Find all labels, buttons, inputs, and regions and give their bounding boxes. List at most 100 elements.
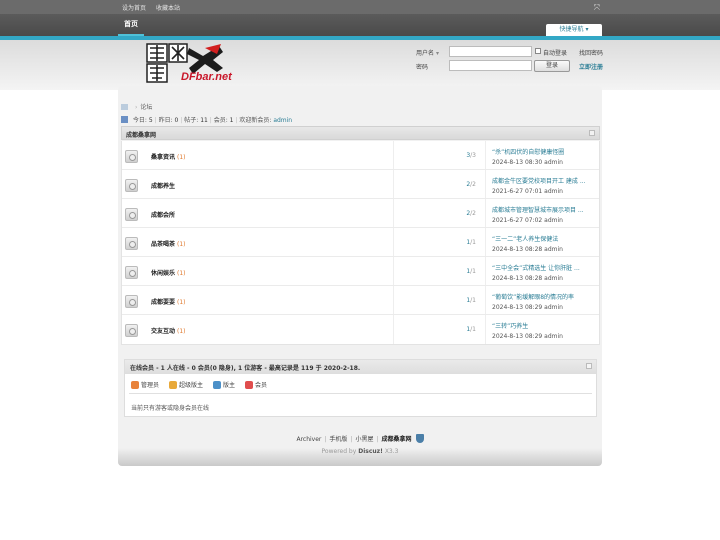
forum-row: 成都耍耍 (1) 1/1 “葡萄饮”能缓解眼8的情况的率 2024-8-13 08:29… xyxy=(122,286,599,315)
last-post-subject[interactable]: “葡萄饮”能缓解眼8的情况的率 xyxy=(492,292,574,301)
last-post-user[interactable]: admin xyxy=(544,188,563,195)
last-post-user[interactable]: admin xyxy=(544,275,563,282)
mobile-link[interactable]: 手机版 xyxy=(329,436,347,443)
forum-name-link[interactable]: 成都耍耍 xyxy=(151,299,175,306)
home-icon[interactable] xyxy=(121,104,128,110)
online-summary[interactable]: 在线会员 - 1 人在线 - 0 会员(0 隐身), 1 位游客 - 最高记录是… xyxy=(130,363,360,372)
forum-name-link[interactable]: 桑拿资讯 xyxy=(151,154,175,161)
category-header: 成都桑拿网 xyxy=(121,126,600,140)
column-divider xyxy=(485,228,486,256)
forum-counts: 1/1 xyxy=(394,326,476,333)
forum-name-link[interactable]: 休闲娱乐 xyxy=(151,270,175,277)
auto-login-checkbox[interactable] xyxy=(535,48,541,54)
login-button[interactable]: 登录 xyxy=(534,60,570,72)
collapse-icon[interactable] xyxy=(586,363,592,369)
online-panel: 在线会员 - 1 人在线 - 0 会员(0 隐身), 1 位游客 - 最高记录是… xyxy=(124,359,597,417)
forum-icon[interactable] xyxy=(125,179,138,192)
last-post-date[interactable]: 2024-8-13 08:30 xyxy=(492,159,542,166)
forum-stats: 今日: 5 | 昨日: 0 | 帖子: 11 | 会员: 1 | 欢迎新会员: … xyxy=(121,115,292,124)
forum-today-count: (1) xyxy=(177,299,186,306)
forum-icon[interactable] xyxy=(125,324,138,337)
forum-name: 成都养生 xyxy=(151,181,177,190)
last-post-user[interactable]: admin xyxy=(544,246,563,253)
discuz-version: X3.3 xyxy=(384,448,399,455)
last-post-date[interactable]: 2024-8-13 08:29 xyxy=(492,333,542,340)
chevron-down-icon[interactable]: ▾ xyxy=(436,50,439,57)
user-group-icon xyxy=(213,381,222,389)
blackroom-link[interactable]: 小黑屋 xyxy=(355,436,373,443)
security-badge-icon[interactable] xyxy=(415,434,424,443)
forum-name: 交友互动 (1) xyxy=(151,326,186,335)
last-post: 成都金牛区要党校项目开工 建成 ... 2021-6-27 07:01 admin xyxy=(492,176,586,195)
forum-row: 休闲娱乐 (1) 1/1 “三中全会”式精选生 让你肝脏 ... 2024-8-13 0… xyxy=(122,257,599,286)
forum-icon[interactable] xyxy=(125,208,138,221)
column-divider xyxy=(485,257,486,285)
last-post-date[interactable]: 2021-6-27 07:01 xyxy=(492,188,542,195)
powered-prefix: Powered by xyxy=(321,448,357,455)
register-link[interactable]: 立即注册 xyxy=(579,62,603,71)
last-post-date[interactable]: 2024-8-13 08:28 xyxy=(492,246,542,253)
quick-nav-button[interactable]: 快捷导航 ▾ xyxy=(546,24,602,36)
forum-icon[interactable] xyxy=(125,150,138,163)
footer-sep: | xyxy=(324,436,327,443)
category-title[interactable]: 成都桑拿网 xyxy=(126,130,156,139)
password-label: 密码 xyxy=(416,64,429,71)
forum-icon[interactable] xyxy=(125,266,138,279)
last-post-user[interactable]: admin xyxy=(544,304,563,311)
forum-icon[interactable] xyxy=(125,237,138,250)
archiver-link[interactable]: Archiver xyxy=(296,436,321,443)
last-post-subject[interactable]: 成都城市管理智慧城市展示项目 ... xyxy=(492,205,584,214)
top-links: 设为首页 收藏本站 xyxy=(122,3,188,12)
last-post-user[interactable]: admin xyxy=(544,217,563,224)
last-post-subject[interactable]: 成都金牛区要党校项目开工 建成 ... xyxy=(492,176,586,185)
last-post-subject[interactable]: “杀”机四伏的自慰健康怪圈 xyxy=(492,147,564,156)
forum-counts: 2/2 xyxy=(394,181,476,188)
members-label: 会员: xyxy=(213,117,228,124)
top-bar: 设为首页 收藏本站 ⤧ xyxy=(0,0,720,14)
username-label: 用户名 ▾ xyxy=(416,48,439,57)
forum-name-link[interactable]: 交友互动 xyxy=(151,328,175,335)
last-post-meta: 2024-8-13 08:29 admin xyxy=(492,333,563,340)
auto-login-label[interactable]: 自动登录 xyxy=(543,48,567,57)
last-post-user[interactable]: admin xyxy=(544,333,563,340)
set-home-link[interactable]: 设为首页 xyxy=(122,5,146,12)
forum-name-link[interactable]: 成都养生 xyxy=(151,183,175,190)
last-post-subject[interactable]: “三一二”老人养生保健法 xyxy=(492,234,563,243)
last-post-subject[interactable]: “三转”巧养生 xyxy=(492,321,563,330)
forum-icon[interactable] xyxy=(125,295,138,308)
breadcrumb-forum[interactable]: 论坛 xyxy=(140,104,152,111)
discuz-link[interactable]: Discuz! xyxy=(358,448,383,455)
site-logo[interactable]: DFbar.net xyxy=(145,42,241,84)
column-divider xyxy=(485,141,486,169)
password-input[interactable] xyxy=(449,60,532,71)
site-name-link[interactable]: 成都桑拿网 xyxy=(382,436,412,443)
legend-item: 超级版主 xyxy=(169,381,203,389)
password-row: 密码 登录 立即注册 xyxy=(416,60,606,72)
last-post-meta: 2024-8-13 08:28 admin xyxy=(492,275,580,282)
online-legend: 管理员 超级版主 版主 会员 xyxy=(131,380,277,389)
bookmark-link[interactable]: 收藏本站 xyxy=(156,5,180,12)
last-post-date[interactable]: 2021-6-27 07:02 xyxy=(492,217,542,224)
posts-count: 11 xyxy=(200,117,208,124)
footer-links: Archiver | 手机版 | 小黑屋 | 成都桑拿网 xyxy=(0,434,720,443)
user-group-icon xyxy=(169,381,178,389)
today-count: 5 xyxy=(148,117,153,124)
collapse-icon[interactable] xyxy=(589,130,595,136)
last-post-user[interactable]: admin xyxy=(544,159,563,166)
newest-member-link[interactable]: admin xyxy=(273,117,292,124)
nav-home-tab[interactable]: 首页 xyxy=(118,14,144,36)
last-post-date[interactable]: 2024-8-13 08:29 xyxy=(492,304,542,311)
username-input[interactable] xyxy=(449,46,532,57)
last-post: “三一二”老人养生保健法 2024-8-13 08:28 admin xyxy=(492,234,563,253)
last-post-date[interactable]: 2024-8-13 08:28 xyxy=(492,275,542,282)
find-password-link[interactable]: 找回密码 xyxy=(579,48,603,57)
yesterday-label: 昨日: xyxy=(158,117,173,124)
breadcrumb: › 论坛 xyxy=(121,102,152,111)
online-header: 在线会员 - 1 人在线 - 0 会员(0 隐身), 1 位游客 - 最高记录是… xyxy=(125,360,596,374)
forum-name-link[interactable]: 成都会所 xyxy=(151,212,175,219)
forum-name: 桑拿资讯 (1) xyxy=(151,152,186,161)
last-post-subject[interactable]: “三中全会”式精选生 让你肝脏 ... xyxy=(492,263,580,272)
online-empty-text: 当前只有游客或隐身会员在线 xyxy=(131,405,210,412)
forum-name-link[interactable]: 品茶喝茶 xyxy=(151,241,175,248)
switch-width-icon[interactable]: ⤧ xyxy=(594,3,600,13)
